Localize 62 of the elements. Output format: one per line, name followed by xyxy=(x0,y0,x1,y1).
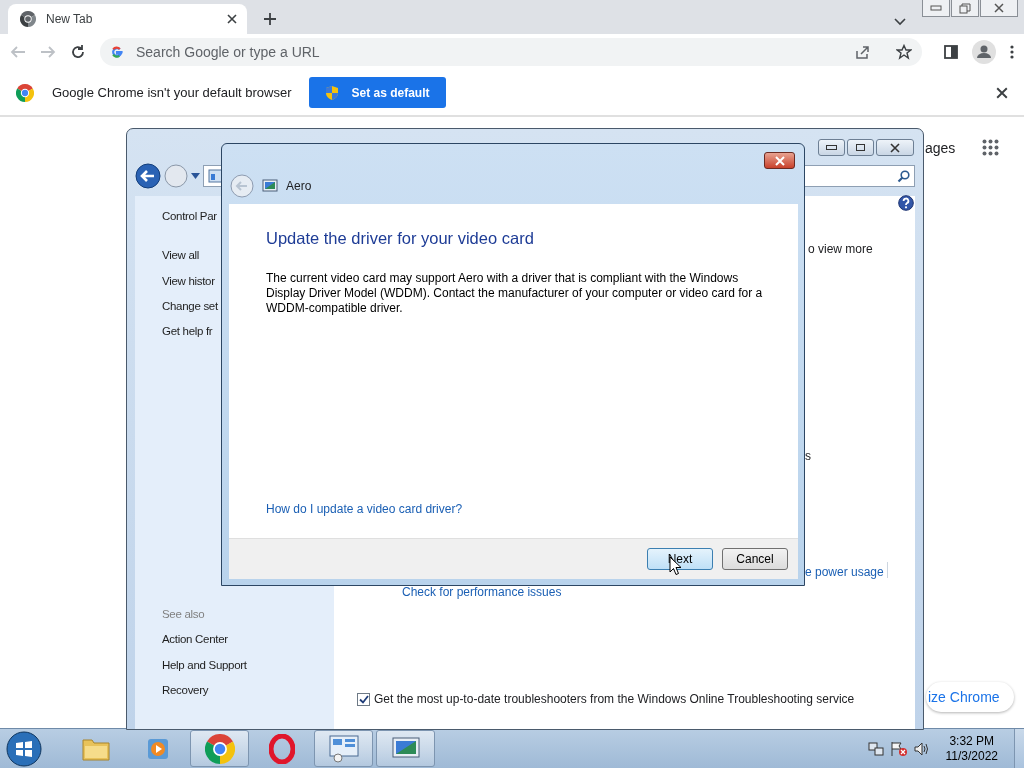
task-link[interactable]: e power usage xyxy=(805,563,884,581)
performance-link[interactable]: Check for performance issues xyxy=(402,583,562,601)
chrome-logo-icon xyxy=(20,11,36,27)
dialog-title: Aero xyxy=(286,178,312,195)
checkbox[interactable] xyxy=(357,692,370,706)
sidebar-link[interactable]: Action Center xyxy=(162,631,334,649)
shield-icon xyxy=(325,84,340,101)
volume-icon[interactable] xyxy=(913,740,930,757)
dialog-heading: Update the driver for your video card xyxy=(266,228,535,249)
dialog-message: The current video card may support Aero with a driver that is compliant with the Windows Display Driver Model (WDDM). Contact the manufacturer of your computer or video card for a WDDM-compatible driver. xyxy=(266,270,764,316)
reload-icon[interactable] xyxy=(70,44,86,60)
flag-icon[interactable] xyxy=(889,740,908,757)
close-icon[interactable] xyxy=(996,86,1008,99)
tab-search-icon[interactable] xyxy=(894,18,906,26)
taskbar-button[interactable] xyxy=(376,730,435,767)
share-icon[interactable] xyxy=(854,44,870,60)
help-link[interactable]: How do I update a video card driver? xyxy=(266,500,463,518)
new-tab-icon[interactable] xyxy=(263,12,277,26)
sidebar-link[interactable]: Help and Support xyxy=(162,656,334,674)
close-icon[interactable] xyxy=(980,0,1018,17)
search-icon xyxy=(897,169,910,183)
profile-icon[interactable] xyxy=(972,40,996,64)
sidebar-link[interactable]: Recovery xyxy=(162,681,334,699)
control-panel-icon xyxy=(328,734,359,763)
address-bar[interactable]: Search Google or type a URL xyxy=(100,38,922,66)
media-player-icon xyxy=(145,736,170,761)
display-icon xyxy=(391,736,420,761)
taskbar-button[interactable] xyxy=(190,730,249,767)
star-icon[interactable] xyxy=(896,44,912,60)
dialog-button[interactable]: Next xyxy=(647,548,713,570)
dropdown-icon[interactable] xyxy=(191,173,200,179)
folder-icon xyxy=(81,736,110,761)
clock-time[interactable]: 3:32 PM xyxy=(945,733,998,749)
clock-date[interactable]: 11/3/2022 xyxy=(945,748,998,764)
dialog-button[interactable]: Cancel xyxy=(722,548,788,570)
checkbox-label: Get the most up-to-date troubleshooters from the Windows Online Troubleshooting service xyxy=(374,691,855,708)
browser-tab[interactable]: New Tab xyxy=(8,4,247,34)
more-menu-icon[interactable] xyxy=(1010,45,1014,59)
close-tab-icon[interactable] xyxy=(227,14,237,24)
customize-chrome-button[interactable]: ize Chrome xyxy=(926,682,1014,712)
network-icon[interactable] xyxy=(867,740,884,757)
text-fragment: s xyxy=(805,448,811,465)
close-icon[interactable] xyxy=(876,139,914,156)
chrome-logo-icon xyxy=(16,83,34,102)
infobar-message: Google Chrome isn't your default browser xyxy=(52,83,292,102)
side-panel-icon[interactable] xyxy=(944,45,958,59)
minimize-icon[interactable] xyxy=(818,139,845,156)
text-fragment: o view more xyxy=(808,241,873,258)
set-default-button[interactable]: Set as default xyxy=(309,77,446,108)
google-logo-icon xyxy=(110,45,124,59)
help-icon[interactable] xyxy=(898,195,914,211)
chrome-logo-icon xyxy=(204,733,235,764)
close-icon[interactable] xyxy=(764,152,795,169)
opera-logo-icon xyxy=(268,733,295,764)
start-button-icon[interactable] xyxy=(6,730,42,767)
display-icon xyxy=(262,179,278,193)
taskbar-button[interactable] xyxy=(314,730,373,767)
apps-grid-icon[interactable] xyxy=(982,139,999,156)
maximize-icon[interactable] xyxy=(847,139,874,156)
see-also-heading: See also xyxy=(162,607,206,622)
images-link[interactable]: ages xyxy=(925,138,956,159)
restore-icon[interactable] xyxy=(951,0,979,17)
